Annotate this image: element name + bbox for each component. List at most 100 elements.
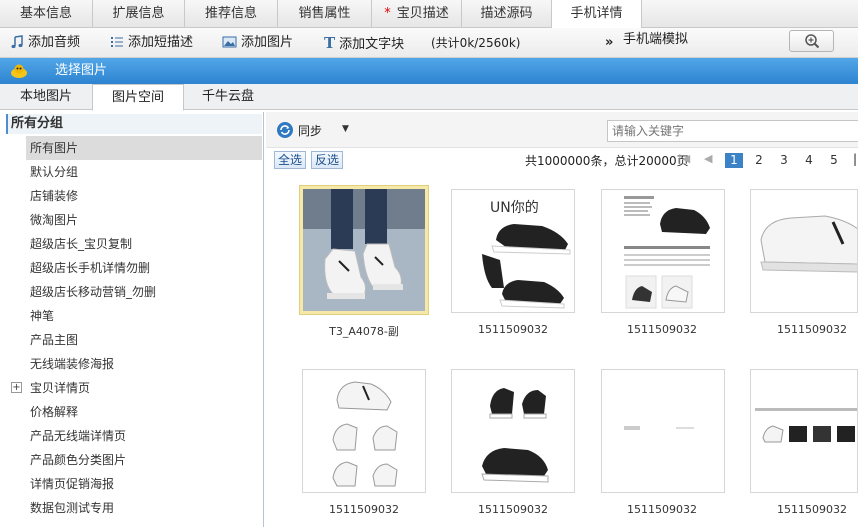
color-variants-strip-image [751,370,857,492]
tab-description-source[interactable]: 描述源码 [462,0,552,28]
sidebar-item[interactable]: 产品颜色分类图片 [26,448,262,472]
dialog-title: 选择图片 [55,63,108,78]
image-caption: 1511509032 [478,503,548,516]
select-all-button[interactable]: 全选 [274,151,307,169]
brand-logo-text: UN你的 [490,200,539,216]
tab-label: 手机详情 [570,6,623,21]
text-t-icon: T [324,34,336,52]
sidebar-item[interactable]: 神笔 [26,304,262,328]
tab-label: 推荐信息 [204,6,257,21]
list-icon [111,37,123,47]
sync-dropdown-arrow-icon[interactable]: ▼ [342,124,349,134]
image-icon [222,36,237,48]
tab-recommend-info[interactable]: 推荐信息 [185,0,278,28]
image-caption: 1511509032 [627,503,697,516]
sidebar-item[interactable]: 超级店长移动营销_勿删 [26,280,262,304]
sidebar-item[interactable]: 价格解释 [26,400,262,424]
sidebar-item[interactable]: 产品主图 [26,328,262,352]
size-usage-info: (共计0k/2560k) [431,36,521,50]
image-space-header: 同步 ▼ [266,112,858,148]
sidebar-item[interactable]: 超级店长手机详情勿删 [26,256,262,280]
image-thumbnail[interactable] [601,189,725,313]
expand-toggle-icon[interactable]: + [11,382,22,393]
image-thumbnail[interactable] [750,189,858,313]
tab-local-images[interactable]: 本地图片 [0,84,92,110]
add-audio-button[interactable]: 添加音频 [10,28,80,58]
tab-basic-info[interactable]: 基本信息 [0,0,93,28]
tab-label: 描述源码 [480,6,533,21]
dialog-title-bar: 选择图片 [0,58,858,84]
page-number[interactable]: 4 [800,153,818,168]
page-number-current[interactable]: 1 [725,153,743,168]
sidebar-item-expandable[interactable]: 宝贝详情页 [26,376,262,400]
image-source-tabs: 本地图片 图片空间 千牛云盘 [0,84,858,111]
image-thumbnail[interactable] [451,369,575,493]
sync-label: 同步 [298,124,323,138]
tab-label: 宝贝描述 [396,6,449,21]
add-image-button[interactable]: 添加图片 [222,28,293,58]
sync-button[interactable]: 同步 [276,121,322,141]
image-caption: 1511509032 [329,503,399,516]
sidebar-item[interactable]: 无线端装修海报 [26,352,262,376]
sidebar-header: 所有分组 [6,114,262,134]
page-number[interactable]: 5 [825,153,843,168]
tab-sales-attributes[interactable]: 销售属性 [278,0,372,28]
mostly-blank-image [602,370,724,492]
tab-label: 扩展信息 [112,6,165,21]
tab-item-description[interactable]: * 宝贝描述 [372,0,462,28]
mobile-preview-zoom-button[interactable] [789,30,834,52]
selection-pager-row: 全选 反选 共1000000条，总计20000页 |◀ ◀ 1 2 3 4 5 … [266,148,858,172]
image-caption: 1511509032 [627,323,697,336]
image-caption: T3_A4078-副 [329,325,399,338]
image-thumbnail[interactable]: UN你的 [451,189,575,313]
add-text-block-label: 添加文字块 [339,37,405,52]
tab-image-space[interactable]: 图片空间 [92,84,184,111]
more-chevron-icon[interactable]: » [605,28,613,58]
required-asterisk: * [384,6,391,21]
sidebar-item-all-images[interactable]: 所有图片 [26,136,262,160]
sidebar-item[interactable]: 数据包测试专用 [26,496,262,520]
next-page-icon[interactable]: | [853,152,857,166]
magnifier-plus-icon [804,34,819,49]
editor-toolbar: 添加音频 添加短描述 添加图片 T 添加文字块 (共计0k/2560k) » 手机… [0,28,858,58]
add-audio-label: 添加音频 [28,35,81,50]
add-short-description-label: 添加短描述 [128,35,194,50]
music-note-icon [11,35,23,49]
add-text-block-button[interactable]: T 添加文字块 [324,28,404,58]
tab-qianniu-cloud[interactable]: 千牛云盘 [184,84,272,110]
top-tab-bar: 基本信息 扩展信息 推荐信息 销售属性 * 宝贝描述 描述源码 手机详情 [0,0,858,29]
group-sidebar: 所有分组 所有图片 默认分组 店铺装修 微淘图片 超级店长_宝贝复制 超级店长手… [0,112,264,527]
sidebar-item[interactable]: 超级店长_宝贝复制 [26,232,262,256]
tab-label: 销售属性 [298,6,351,21]
sidebar-item[interactable]: 产品无线端详情页 [26,424,262,448]
keyword-search-input[interactable] [607,120,858,142]
prev-page-icon[interactable]: ◀ [704,152,712,165]
image-thumbnail-selected[interactable] [300,186,428,314]
image-thumbnail[interactable] [601,369,725,493]
sneaker-photo-image [303,189,425,311]
page-number[interactable]: 3 [775,153,793,168]
black-sneakers-pair-image [452,370,574,492]
image-thumbnail[interactable] [750,369,858,493]
sidebar-item[interactable]: 微淘图片 [26,208,262,232]
sidebar-item[interactable]: 详情页促销海报 [26,472,262,496]
white-sneaker-side-image [751,190,857,312]
first-page-icon[interactable]: |◀ [678,152,690,165]
invert-selection-button[interactable]: 反选 [311,151,344,169]
image-caption: 1511509032 [777,503,847,516]
black-sneaker-product-image: UN你的 [452,190,574,312]
sidebar-item[interactable]: 店铺装修 [26,184,262,208]
page-number[interactable]: 2 [750,153,768,168]
white-sneakers-pair-image [303,370,425,492]
tab-extended-info[interactable]: 扩展信息 [93,0,185,28]
size-chart-sheet-image [602,190,724,312]
image-caption: 1511509032 [478,323,548,336]
image-caption: 1511509032 [777,323,847,336]
tab-label: 基本信息 [19,6,72,21]
add-short-description-button[interactable]: 添加短描述 [110,28,193,58]
add-image-label: 添加图片 [241,35,294,50]
dialog-logo-icon [11,64,27,78]
sidebar-item[interactable]: 默认分组 [26,160,262,184]
sync-icon [277,122,293,138]
image-thumbnail[interactable] [302,369,426,493]
